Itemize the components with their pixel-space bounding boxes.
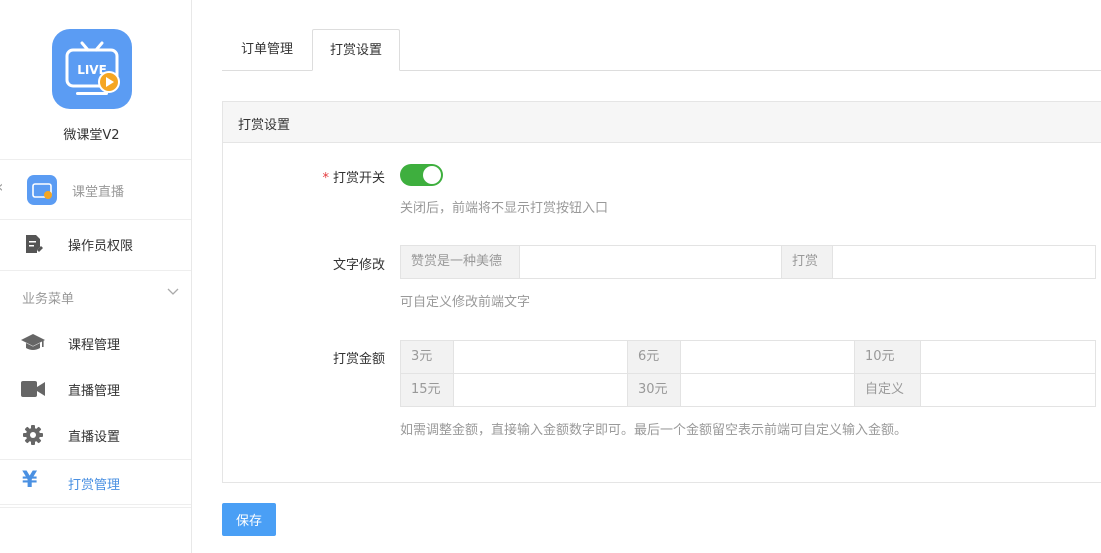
amount-field-3: 3元 (400, 340, 628, 374)
amount-label: 打赏金额 (332, 352, 385, 367)
sidebar-item-courses[interactable]: 课程管理 (0, 320, 191, 366)
text-edit-label: 文字修改 (332, 258, 385, 273)
tab-tip-settings[interactable]: 打赏设置 (312, 29, 400, 71)
app-name: 微课堂V2 (63, 128, 120, 143)
app-entry-row[interactable]: ‹ 课堂直播 (0, 160, 191, 220)
text-edit-hint: 可自定义修改前端文字 (400, 295, 531, 310)
sidebar-item-live-manage[interactable]: 直播管理 (0, 366, 191, 412)
sidebar-item-label: 打赏管理 (68, 478, 121, 493)
live-mini-icon (27, 175, 57, 205)
text-field-1: 赞赏是一种美德 (400, 245, 782, 279)
chevron-left-icon[interactable]: ‹ (0, 177, 3, 196)
sidebar: LIVE 微课堂V2 ‹ 课堂直播 操作员权限 业务菜单 (0, 0, 192, 553)
amount-field-custom: 自定义 (854, 373, 1096, 407)
live-tv-icon: LIVE (65, 41, 120, 95)
sidebar-item-label: 直播设置 (68, 430, 121, 445)
amount-input[interactable] (681, 341, 855, 373)
save-button[interactable]: 保存 (222, 503, 276, 536)
amount-addon: 30元 (628, 374, 681, 406)
amount-field-30: 30元 (627, 373, 855, 407)
app-logo: LIVE (52, 29, 132, 109)
group-title: 业务菜单 (22, 292, 75, 307)
amount-addon: 6元 (628, 341, 681, 373)
divider (0, 507, 191, 508)
amount-addon: 3元 (401, 341, 454, 373)
switch-knob (423, 166, 441, 184)
tip-settings-panel: 打赏设置 * 打赏开关 关闭后，前端将不显示打赏按钮入口 文字修改 赞赏是一种美德… (222, 101, 1101, 483)
amount-field-10: 10元 (854, 340, 1096, 374)
tab-orders[interactable]: 订单管理 (222, 29, 312, 71)
text-field-2-input[interactable] (833, 246, 1096, 278)
amount-input[interactable] (921, 341, 1096, 373)
tip-toggle-switch[interactable] (400, 164, 443, 186)
main-content: 订单管理 打赏设置 打赏设置 * 打赏开关 关闭后，前端将不显示打赏按钮入口 文字… (222, 0, 1101, 553)
sidebar-item-permissions[interactable]: 操作员权限 (0, 221, 191, 267)
sidebar-item-tipping[interactable]: ¥ 打赏管理 (0, 459, 191, 505)
text-field-2: 打赏 (781, 245, 1096, 279)
chevron-down-icon[interactable] (166, 284, 180, 298)
amount-field-15: 15元 (400, 373, 628, 407)
sidebar-item-label: 直播管理 (68, 384, 121, 399)
amount-input[interactable] (454, 374, 628, 406)
gear-icon (23, 425, 43, 445)
required-mark: * (322, 171, 329, 186)
tab-bar: 订单管理 打赏设置 (222, 29, 1101, 71)
amount-addon: 10元 (855, 341, 921, 373)
mortarboard-icon (21, 334, 45, 350)
app-entry-label: 课堂直播 (72, 185, 125, 200)
text-field-1-addon: 赞赏是一种美德 (401, 246, 520, 278)
text-field-2-addon: 打赏 (782, 246, 833, 278)
panel-title: 打赏设置 (238, 118, 291, 133)
panel-header: 打赏设置 (223, 102, 1101, 143)
amount-field-6: 6元 (627, 340, 855, 374)
text-field-1-input[interactable] (520, 246, 782, 278)
yen-icon: ¥ (22, 468, 38, 493)
sidebar-item-label: 操作员权限 (68, 239, 134, 254)
video-camera-icon (21, 381, 45, 397)
switch-label: * 打赏开关 (223, 167, 385, 186)
switch-hint: 关闭后，前端将不显示打赏按钮入口 (400, 201, 609, 216)
amount-input[interactable] (921, 374, 1096, 406)
amount-addon: 自定义 (855, 374, 921, 406)
amount-addon: 15元 (401, 374, 454, 406)
brand: LIVE 微课堂V2 (0, 0, 191, 160)
sidebar-item-live-settings[interactable]: 直播设置 (0, 412, 191, 458)
amount-hint: 如需调整金额，直接输入金额数字即可。最后一个金额留空表示前端可自定义输入金额。 (400, 423, 908, 438)
switch-label-text: 打赏开关 (332, 171, 385, 186)
sidebar-item-label: 课程管理 (68, 338, 121, 353)
business-menu-header[interactable]: 业务菜单 (0, 270, 191, 320)
amount-input[interactable] (681, 374, 855, 406)
amount-input[interactable] (454, 341, 628, 373)
edit-document-icon (26, 235, 43, 253)
